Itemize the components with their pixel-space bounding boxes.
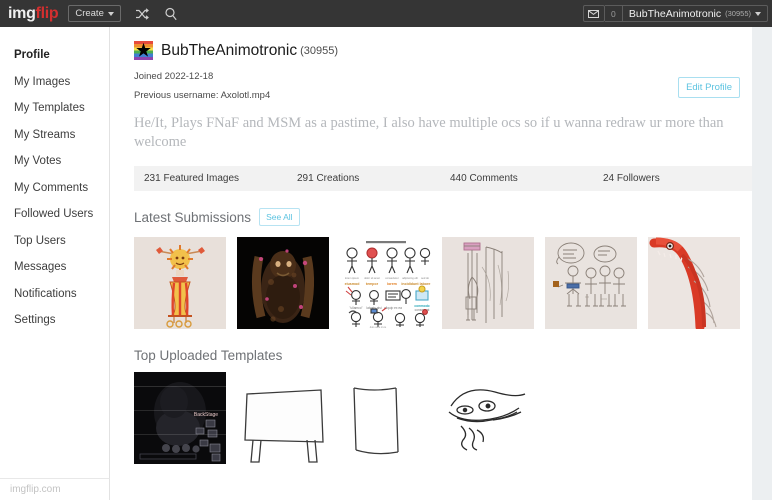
- svg-text:labore: labore: [419, 282, 430, 286]
- top-nav-right-group: 0 BubTheAnimotronic (30955): [582, 0, 768, 27]
- user-menu-points: (30955): [725, 9, 751, 18]
- message-count[interactable]: 0: [604, 5, 623, 22]
- page-body: Profile My Images My Templates My Stream…: [0, 27, 752, 500]
- envelope-icon[interactable]: [582, 5, 605, 22]
- latest-submissions-header: Latest Submissions See All: [134, 208, 740, 226]
- sidebar-item-label: Profile: [14, 49, 50, 62]
- dark-security-camera-template[interactable]: BackStage: [134, 372, 226, 464]
- svg-text:consectetur: consectetur: [385, 276, 399, 280]
- footer-domain: imgflip.com: [0, 478, 110, 500]
- pencil-sketch-tall-figure[interactable]: [442, 237, 535, 329]
- sidebar-item-label: My Streams: [14, 128, 76, 141]
- sidebar-item-label: Followed Users: [14, 208, 94, 221]
- profile-bio: He/It, Plays FNaF and MSM as a pastime, …: [134, 115, 724, 150]
- sidebar-item-profile[interactable]: Profile: [0, 42, 109, 69]
- sidebar-item-followed-users[interactable]: Followed Users: [0, 201, 109, 228]
- user-menu-username: BubTheAnimotronic: [628, 7, 722, 20]
- latest-submissions-title: Latest Submissions: [134, 209, 252, 225]
- logo-text-flip: flip: [35, 4, 59, 22]
- user-menu-button[interactable]: BubTheAnimotronic (30955): [622, 5, 768, 22]
- logo-text-img: img: [8, 4, 36, 22]
- profile-stats-bar: 231 Featured Images 291 Creations 440 Co…: [134, 166, 752, 191]
- top-templates-grid: BackStage: [134, 372, 740, 464]
- sidebar-item-label: Notifications: [14, 287, 77, 300]
- sidebar-item-messages[interactable]: Messages: [0, 254, 109, 281]
- stat-featured-images: 231 Featured Images: [144, 173, 240, 184]
- search-icon[interactable]: [164, 7, 178, 21]
- main-content: ★ BubTheAnimotronic (30955) Joined 2022-…: [110, 27, 752, 500]
- sidebar-item-label: My Comments: [14, 181, 89, 194]
- sidebar-item-label: My Votes: [14, 155, 62, 168]
- profile-header: ★ BubTheAnimotronic (30955): [122, 41, 740, 60]
- red-creature-drawing[interactable]: [648, 237, 740, 329]
- svg-text:aliquip ex ea: aliquip ex ea: [384, 306, 402, 310]
- svg-text:"ullamco": "ullamco": [349, 306, 362, 310]
- svg-text:lorem: lorem: [387, 282, 397, 286]
- sidebar-item-notifications[interactable]: Notifications: [0, 281, 109, 308]
- sidebar-item-my-templates[interactable]: My Templates: [0, 95, 109, 122]
- latest-submissions-grid: lorem ipsum dolor sit amet consectetur adi…: [134, 237, 740, 329]
- create-button-label: Create: [75, 8, 104, 19]
- edit-profile-button[interactable]: Edit Profile: [678, 77, 740, 98]
- svg-text:lorem ipsum: lorem ipsum: [345, 276, 359, 280]
- sidebar-item-my-votes[interactable]: My Votes: [0, 148, 109, 175]
- svg-text:tempor: tempor: [366, 282, 379, 286]
- svg-text:duis aute irure: duis aute irure: [369, 325, 386, 329]
- page-title: BubTheAnimotronic: [161, 41, 298, 59]
- chevron-down-icon: [755, 11, 761, 16]
- profile-points: (30955): [300, 44, 339, 57]
- sidebar-item-my-images[interactable]: My Images: [0, 69, 109, 96]
- rainbow-star-avatar[interactable]: ★: [134, 41, 153, 60]
- footer-domain-label: imgflip.com: [10, 484, 61, 495]
- svg-text:dolor sit amet: dolor sit amet: [364, 276, 380, 280]
- sidebar-item-label: Settings: [14, 314, 56, 327]
- sidebar-item-settings[interactable]: Settings: [0, 307, 109, 334]
- top-templates-title: Top Uploaded Templates: [134, 348, 283, 363]
- blank-sign-template[interactable]: [237, 372, 329, 464]
- top-navigation-bar: imgflip Create 0 BubTheAnimotronic (3095…: [0, 0, 772, 27]
- sidebar-item-top-users[interactable]: Top Users: [0, 228, 109, 255]
- imgflip-profile-page: imgflip Create 0 BubTheAnimotronic (3095…: [0, 0, 772, 500]
- star-icon: ★: [134, 41, 153, 60]
- snake-sketch-template[interactable]: [443, 372, 535, 464]
- sidebar-item-label: Top Users: [14, 234, 66, 247]
- pencil-sketch-group[interactable]: [545, 237, 638, 329]
- sidebar-item-label: My Images: [14, 75, 71, 88]
- svg-text:sed do: sed do: [421, 276, 429, 280]
- svg-text:BackStage: BackStage: [194, 412, 218, 418]
- shuffle-icon[interactable]: [135, 7, 150, 20]
- dark-animatronic-render[interactable]: [236, 237, 329, 329]
- svg-text:adipiscing elit: adipiscing elit: [402, 276, 418, 280]
- sidebar-item-my-comments[interactable]: My Comments: [0, 175, 109, 202]
- sidebar: Profile My Images My Templates My Stream…: [0, 27, 110, 500]
- sidebar-item-label: Messages: [14, 261, 67, 274]
- profile-joined-date: Joined 2022-12-18: [134, 71, 214, 82]
- narrow-sign-template[interactable]: [340, 372, 432, 464]
- svg-text:eiusmod: eiusmod: [344, 282, 359, 286]
- svg-text:incididunt: incididunt: [401, 282, 419, 286]
- see-all-button[interactable]: See All: [259, 208, 300, 226]
- create-button[interactable]: Create: [68, 5, 121, 22]
- stat-followers: 24 Followers: [603, 173, 660, 184]
- sidebar-item-my-streams[interactable]: My Streams: [0, 122, 109, 149]
- chart-of-stick-figures[interactable]: lorem ipsum dolor sit amet consectetur adi…: [339, 237, 432, 329]
- stat-creations: 291 Creations: [297, 173, 360, 184]
- chevron-down-icon: [107, 11, 114, 16]
- sun-creature-drawing[interactable]: [134, 237, 226, 329]
- profile-previous-username: Previous username: Axolotl.mp4: [134, 90, 271, 101]
- imgflip-logo[interactable]: imgflip: [8, 4, 59, 23]
- stat-comments: 440 Comments: [450, 173, 518, 184]
- sidebar-item-label: My Templates: [14, 102, 85, 115]
